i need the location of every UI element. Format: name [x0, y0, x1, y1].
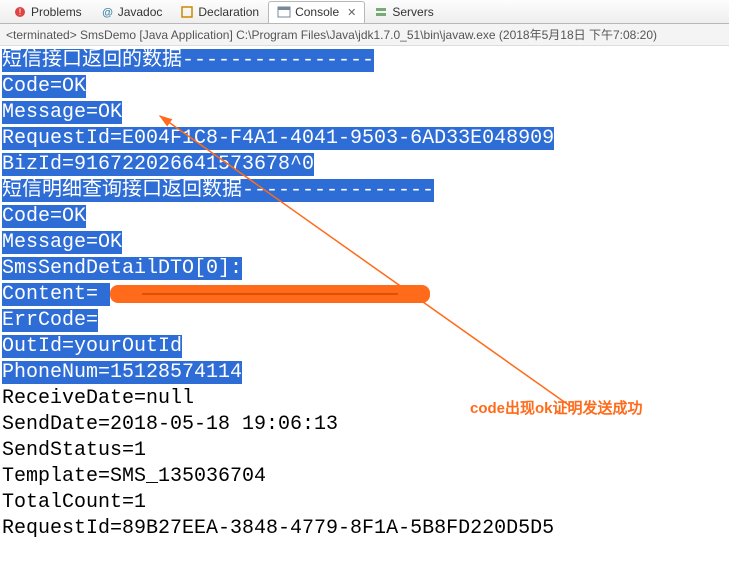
console-line: Template=SMS_135036704 — [2, 465, 266, 488]
console-icon — [277, 5, 291, 19]
tab-console[interactable]: Console ✕ — [268, 1, 365, 23]
console-line: Code=OK — [2, 75, 86, 98]
console-line: 短信明细查询接口返回数据---------------- — [2, 179, 434, 202]
console-line: OutId=yourOutId — [2, 335, 182, 358]
annotation-text: code出现ok证明发送成功 — [470, 396, 643, 422]
servers-icon — [374, 5, 388, 19]
problems-icon: ! — [13, 5, 27, 19]
console-line: SendDate=2018-05-18 19:06:13 — [2, 413, 338, 436]
console-line: SmsSendDetailDTO[0]: — [2, 257, 242, 280]
console-line: ReceiveDate=null — [2, 387, 194, 410]
console-line: Message=OK — [2, 101, 122, 124]
console-line: RequestId=89B27EEA-3848-4779-8F1A-5B8FD2… — [2, 517, 554, 540]
console-line: TotalCount=1 — [2, 491, 146, 514]
console-line: Code=OK — [2, 205, 86, 228]
console-line: BizId=916722026641573678^0 — [2, 153, 314, 176]
console-line: ErrCode= — [2, 309, 98, 332]
tab-label: Servers — [392, 5, 433, 19]
console-line: PhoneNum=15128574114 — [2, 361, 242, 384]
svg-text:@: @ — [102, 7, 113, 19]
view-tabbar: ! Problems @ Javadoc Declaration Console… — [0, 0, 729, 24]
console-line: 短信接口返回的数据---------------- — [2, 49, 374, 72]
tab-label: Declaration — [198, 5, 259, 19]
tab-declaration[interactable]: Declaration — [171, 1, 268, 23]
redacted-bar — [110, 285, 430, 303]
console-line: Content= — [2, 283, 98, 306]
svg-text:!: ! — [19, 7, 22, 17]
console-line: SendStatus=1 — [2, 439, 146, 462]
console-line: Message=OK — [2, 231, 122, 254]
tab-label: Console — [295, 5, 339, 19]
console-line: RequestId=E004F1C8-F4A1-4041-9503-6AD33E… — [2, 127, 554, 150]
tab-javadoc[interactable]: @ Javadoc — [91, 1, 172, 23]
console-status: <terminated> SmsDemo [Java Application] … — [0, 24, 729, 46]
close-icon[interactable]: ✕ — [347, 6, 356, 19]
declaration-icon — [180, 5, 194, 19]
javadoc-icon: @ — [100, 5, 114, 19]
tab-label: Javadoc — [118, 5, 163, 19]
redacted-content — [98, 283, 110, 306]
tab-label: Problems — [31, 5, 82, 19]
tab-problems[interactable]: ! Problems — [4, 1, 91, 23]
tab-servers[interactable]: Servers — [365, 1, 442, 23]
console-output[interactable]: 短信接口返回的数据---------------- Code=OK Messag… — [0, 46, 729, 544]
